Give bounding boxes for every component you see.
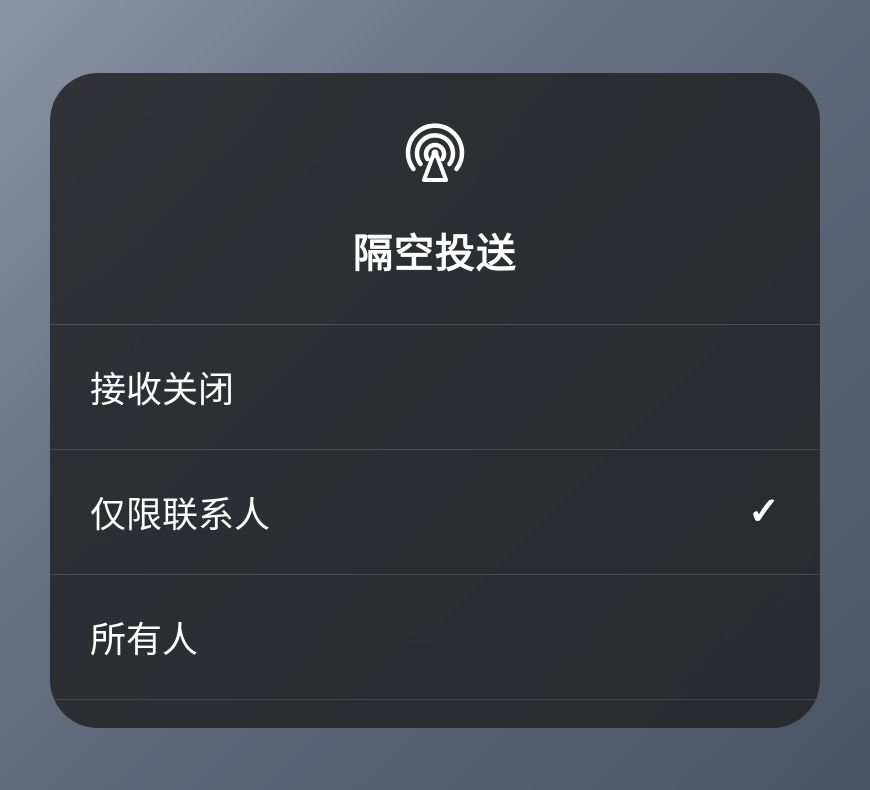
panel-title: 隔空投送 (353, 221, 517, 279)
option-label: 所有人 (90, 611, 198, 663)
option-everyone[interactable]: 所有人 ✓ (50, 575, 820, 700)
option-contacts-only[interactable]: 仅限联系人 ✓ (50, 450, 820, 575)
option-label: 接收关闭 (90, 361, 234, 413)
airdrop-icon (400, 118, 470, 193)
option-label: 仅限联系人 (90, 486, 270, 538)
option-receiving-off[interactable]: 接收关闭 ✓ (50, 325, 820, 450)
bottom-spacer (50, 700, 820, 728)
panel-header: 隔空投送 (50, 73, 820, 325)
checkmark-icon: ✓ (748, 489, 780, 534)
airdrop-panel: 隔空投送 接收关闭 ✓ 仅限联系人 ✓ 所有人 ✓ (50, 73, 820, 728)
